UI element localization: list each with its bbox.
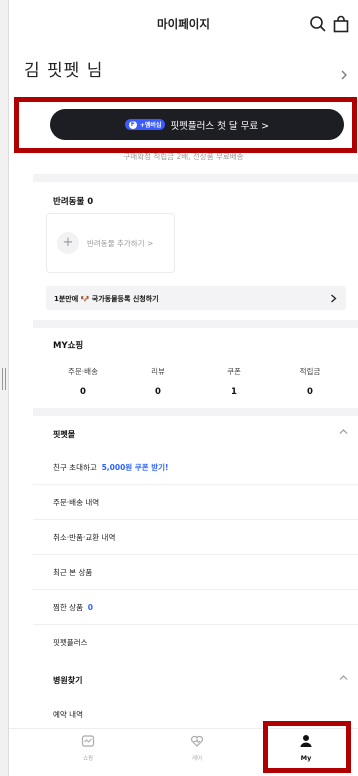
stat-label: 리뷰 (151, 367, 165, 376)
order-history-label: 주문·배송 내역 (53, 498, 100, 507)
stat-label: 적립금 (299, 367, 321, 376)
add-pet-button[interactable]: + 반려동물 추가하기 > (46, 213, 175, 273)
hospital-header[interactable]: 병원찾기 (33, 664, 358, 694)
stat-value: 0 (307, 387, 313, 397)
cancel-return-row[interactable]: 취소·반품·교환 내역 (33, 520, 358, 555)
tab-shopping[interactable]: 쇼핑 (68, 733, 108, 762)
pet-registration-banner[interactable]: 1분만에 🐶 국가동물등록 신청하기 (46, 286, 346, 310)
shopping-icon (81, 735, 95, 747)
add-pet-label: 반려동물 추가하기 > (87, 239, 154, 248)
membership-note: 구매확정 적립금 2배, 전상품 무료배송 (123, 152, 244, 161)
invite-highlight: 5,000원 쿠폰 받기! (101, 463, 169, 472)
tab-label: 케어 (191, 756, 203, 762)
divider (33, 174, 358, 182)
invite-prefix: 친구 초대하고 (53, 463, 97, 472)
stat-value: 1 (231, 387, 237, 397)
chevron-right-icon (331, 294, 337, 303)
stat-points[interactable]: 적립금 0 (280, 366, 340, 397)
stat-label: 쿠폰 (227, 367, 241, 376)
liked-products-row[interactable]: 찜한 상품 0 (33, 590, 358, 625)
stat-value: 0 (155, 387, 161, 397)
pet-registration-label: 1분만에 🐶 국가동물등록 신청하기 (54, 295, 159, 303)
invite-friend-row[interactable]: 친구 초대하고 5,000원 쿠폰 받기! (33, 450, 358, 485)
tab-care[interactable]: 케어 (177, 733, 217, 762)
hospital-title: 병원찾기 (53, 676, 83, 685)
divider (33, 320, 358, 328)
resize-grip-icon[interactable] (2, 368, 6, 390)
reservations-label: 예약 내역 (53, 710, 83, 719)
user-name: 김 핏펫 님 (24, 61, 104, 81)
page-title: 마이페이지 (157, 17, 210, 31)
membership-cta-button[interactable]: F +멤버십 핏펫플러스 첫 달 무료 > (50, 109, 344, 140)
left-scroll-edge (0, 0, 9, 776)
recently-viewed-row[interactable]: 최근 본 상품 (33, 555, 358, 590)
membership-badge-text: +멤버십 (139, 122, 162, 129)
stat-orders[interactable]: 주문·배송 0 (53, 366, 113, 397)
recently-viewed-label: 최근 본 상품 (53, 568, 93, 577)
membership-cta-label: 핏펫플러스 첫 달 무료 > (170, 120, 270, 132)
fitpet-mall-header[interactable]: 핏펫몰 (33, 418, 358, 448)
chevron-up-icon (339, 429, 348, 434)
stat-value: 0 (80, 387, 86, 397)
search-icon[interactable] (308, 14, 328, 34)
header: 마이페이지 (9, 0, 358, 52)
order-history-row[interactable]: 주문·배송 내역 (33, 485, 358, 520)
stat-label: 주문·배송 (68, 367, 98, 376)
chevron-up-icon (339, 675, 348, 680)
fitpet-plus-label: 핏펫플러스 (53, 638, 88, 647)
plus-icon: + (57, 232, 79, 254)
highlight-frame-my-tab (263, 721, 351, 773)
pets-title: 반려동물 0 (53, 197, 94, 207)
liked-products-label: 찜한 상품 (53, 603, 83, 612)
fitpet-plus-row[interactable]: 핏펫플러스 (33, 625, 358, 660)
my-shopping-title: MY쇼핑 (53, 341, 84, 351)
heart-care-icon (190, 735, 204, 747)
membership-badge: F +멤버십 (124, 119, 166, 130)
liked-products-count: 0 (87, 603, 93, 612)
stat-reviews[interactable]: 리뷰 0 (128, 366, 188, 397)
fitpet-logo-icon: F (128, 120, 137, 129)
chevron-right-icon[interactable] (340, 70, 348, 80)
shopping-bag-icon[interactable] (331, 14, 351, 34)
fitpet-mall-title: 핏펫몰 (53, 430, 76, 439)
stat-coupons[interactable]: 쿠폰 1 (204, 366, 264, 397)
cancel-return-label: 취소·반품·교환 내역 (53, 533, 116, 542)
tab-label: 쇼핑 (82, 756, 94, 762)
divider (33, 408, 358, 416)
